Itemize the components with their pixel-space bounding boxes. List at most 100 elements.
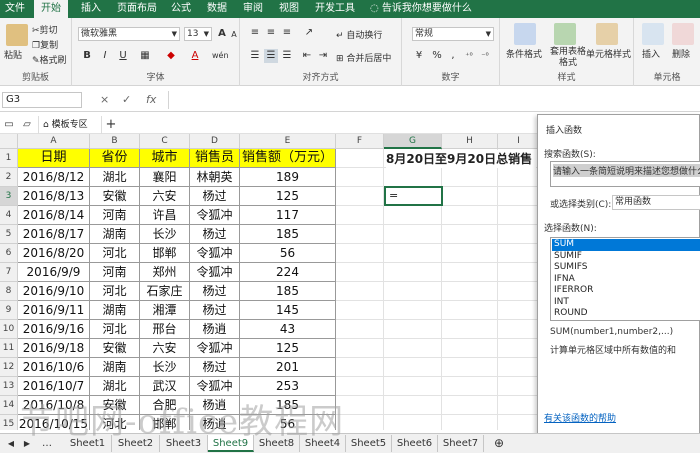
percent-button[interactable]: % (430, 49, 444, 63)
cancel-icon[interactable]: × (100, 93, 109, 106)
empty-cell[interactable] (498, 339, 540, 358)
table-cell[interactable]: 2016/9/11 (18, 301, 90, 320)
tab-file[interactable]: 文件 (0, 0, 30, 18)
increase-decimal-icon[interactable]: ⁺⁰ (462, 49, 476, 63)
table-cell[interactable]: 河北 (90, 244, 140, 263)
empty-cell[interactable] (336, 301, 384, 320)
row-header[interactable]: 6 (0, 244, 18, 263)
cell-styles-icon[interactable] (596, 23, 618, 45)
function-item[interactable]: SUMIF (552, 251, 700, 263)
sheet-tab[interactable]: Sheet6 (392, 435, 438, 452)
empty-cell[interactable] (384, 377, 442, 396)
merge-center-button[interactable]: ⊞ 合并后居中 (336, 51, 391, 64)
table-cell[interactable]: 2016/8/17 (18, 225, 90, 244)
empty-cell[interactable] (384, 225, 442, 244)
empty-cell[interactable] (384, 301, 442, 320)
decrease-decimal-icon[interactable]: ⁻⁰ (478, 49, 492, 63)
empty-cell[interactable] (442, 301, 498, 320)
table-cell[interactable]: 56 (240, 244, 336, 263)
conditional-format-icon[interactable] (514, 23, 536, 45)
column-header[interactable]: I (498, 134, 540, 149)
category-select[interactable]: 常用函数 (612, 195, 700, 210)
table-cell[interactable]: 125 (240, 339, 336, 358)
align-middle-icon[interactable]: ≡ (264, 26, 278, 40)
empty-cell[interactable] (336, 282, 384, 301)
sheet-tab[interactable]: Sheet3 (160, 435, 208, 452)
table-cell[interactable]: 2016/8/20 (18, 244, 90, 263)
empty-cell[interactable] (336, 206, 384, 225)
table-cell[interactable]: 湘潭 (140, 301, 190, 320)
table-cell[interactable]: 令狐冲 (190, 244, 240, 263)
table-cell[interactable]: 253 (240, 377, 336, 396)
empty-cell[interactable] (498, 225, 540, 244)
table-cell[interactable]: 2016/9/16 (18, 320, 90, 339)
tab-home[interactable]: 开始 (34, 0, 68, 18)
table-cell[interactable]: 湖北 (90, 168, 140, 187)
format-table-button[interactable]: 套用表格格式 (546, 47, 590, 69)
tab-data[interactable]: 数据 (202, 0, 232, 18)
table-cell[interactable]: 邯郸 (140, 244, 190, 263)
column-header[interactable]: B (90, 134, 140, 149)
conditional-format-button[interactable]: 条件格式 (506, 47, 542, 60)
empty-cell[interactable] (336, 377, 384, 396)
table-cell[interactable]: 安徽 (90, 396, 140, 415)
column-header[interactable]: D (190, 134, 240, 149)
copy-button[interactable]: ❐复制 (32, 38, 58, 51)
empty-cell[interactable] (442, 320, 498, 339)
function-help-link[interactable]: 有关该函数的帮助 (544, 411, 616, 424)
empty-cell[interactable] (336, 225, 384, 244)
empty-cell[interactable] (498, 282, 540, 301)
comma-button[interactable]: , (446, 49, 460, 63)
add-tab-button[interactable]: + (104, 118, 118, 132)
empty-cell[interactable] (336, 358, 384, 377)
header-cell[interactable]: 省份 (90, 149, 140, 168)
empty-cell[interactable] (336, 415, 384, 430)
insert-cells-icon[interactable] (642, 23, 664, 45)
currency-icon[interactable]: ¥ (412, 49, 426, 63)
empty-cell[interactable] (384, 320, 442, 339)
table-cell[interactable]: 襄阳 (140, 168, 190, 187)
row-header[interactable]: 11 (0, 339, 18, 358)
table-cell[interactable]: 令狐冲 (190, 377, 240, 396)
row-header[interactable]: 2 (0, 168, 18, 187)
function-item[interactable]: SUM (552, 239, 700, 251)
tab-insert[interactable]: 插入 (74, 0, 108, 18)
fill-color-icon[interactable]: ◆ (164, 49, 178, 63)
add-sheet-icon[interactable]: ⊕ (492, 436, 506, 450)
table-cell[interactable]: 2016/9/9 (18, 263, 90, 282)
template-tab[interactable]: ⌂ 模板专区 (38, 116, 102, 134)
font-size-select[interactable]: 13 ▼ (184, 27, 212, 41)
empty-cell[interactable] (384, 415, 442, 430)
empty-cell[interactable] (336, 187, 384, 206)
empty-cell[interactable] (336, 244, 384, 263)
empty-cell[interactable] (442, 168, 498, 187)
table-cell[interactable]: 河南 (90, 263, 140, 282)
delete-cells-button[interactable]: 删除 (672, 47, 690, 60)
table-cell[interactable]: 2016/9/10 (18, 282, 90, 301)
header-cell[interactable]: 城市 (140, 149, 190, 168)
row-header[interactable]: 1 (0, 149, 18, 168)
row-header[interactable]: 13 (0, 377, 18, 396)
table-cell[interactable]: 杨过 (190, 282, 240, 301)
folder-icon[interactable]: ▱ (20, 118, 34, 132)
table-cell[interactable]: 185 (240, 396, 336, 415)
table-cell[interactable]: 武汉 (140, 377, 190, 396)
table-cell[interactable]: 2016/10/15 (18, 415, 90, 430)
function-list[interactable]: SUM SUMIF SUMIFS IFNA IFERROR INT ROUND (550, 237, 700, 321)
empty-cell[interactable] (336, 263, 384, 282)
select-all-corner[interactable] (0, 134, 18, 149)
table-cell[interactable]: 令狐冲 (190, 339, 240, 358)
empty-cell[interactable] (384, 339, 442, 358)
row-header[interactable]: 4 (0, 206, 18, 225)
format-table-icon[interactable] (554, 23, 576, 45)
tab-developer[interactable]: 开发工具 (310, 0, 360, 18)
insert-cells-button[interactable]: 插入 (642, 47, 660, 60)
row-header[interactable]: 3 (0, 187, 18, 206)
table-cell[interactable]: 林朝英 (190, 168, 240, 187)
table-cell[interactable]: 郑州 (140, 263, 190, 282)
row-header[interactable]: 15 (0, 415, 18, 430)
table-cell[interactable]: 令狐冲 (190, 263, 240, 282)
shrink-font-icon[interactable]: A (227, 28, 241, 42)
tab-page-layout[interactable]: 页面布局 (112, 0, 162, 18)
empty-cell[interactable] (442, 415, 498, 430)
